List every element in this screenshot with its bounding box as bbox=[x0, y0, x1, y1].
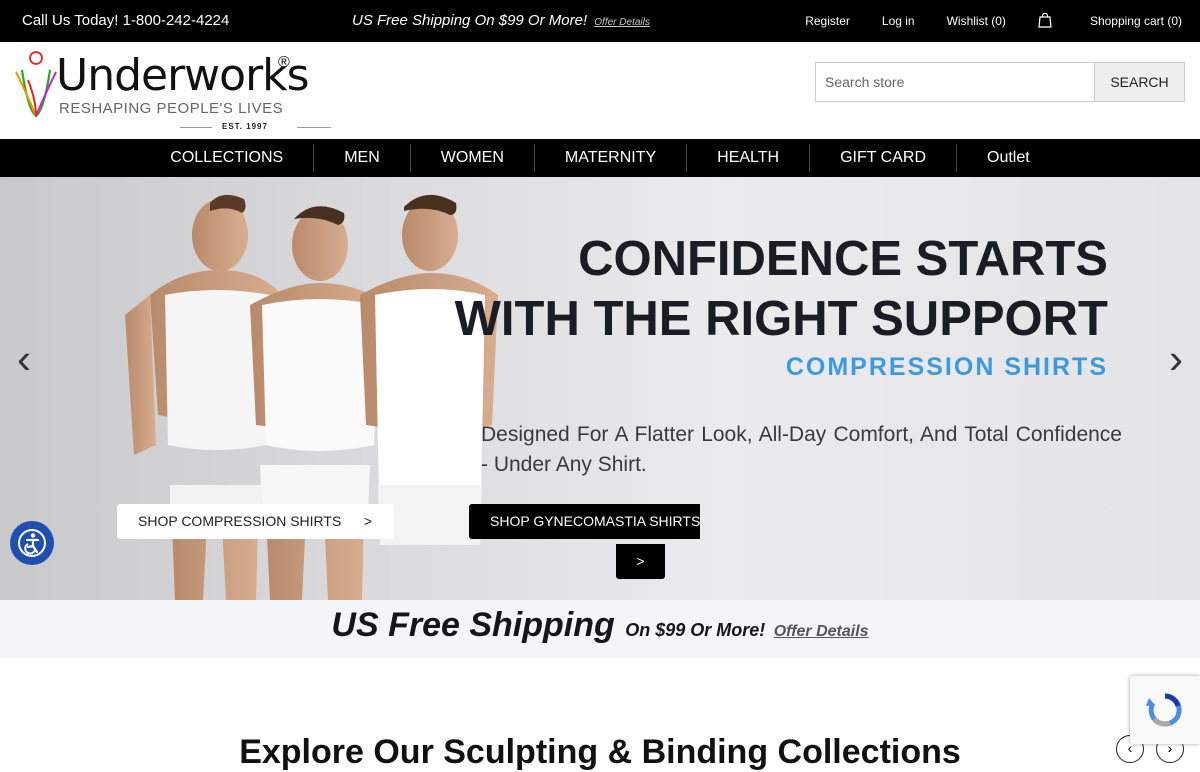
search-input[interactable] bbox=[815, 62, 1095, 102]
search-button[interactable]: SEARCH bbox=[1095, 62, 1185, 102]
section-title: Explore Our Sculpting & Binding Collecti… bbox=[239, 733, 961, 771]
hero-headline-line2: WITH THE RIGHT SUPPORT bbox=[454, 292, 1108, 346]
login-link[interactable]: Log in bbox=[882, 14, 915, 28]
accessibility-icon bbox=[18, 529, 46, 557]
search-form: SEARCH bbox=[815, 62, 1185, 102]
shop-compression-shirts-label: SHOP COMPRESSION SHIRTS bbox=[138, 513, 342, 529]
accessibility-button[interactable] bbox=[10, 521, 54, 565]
logo-wordmark: Underworks bbox=[56, 50, 310, 101]
divider bbox=[180, 127, 212, 128]
shipping-banner: US Free Shipping On $99 Or More! Offer D… bbox=[0, 600, 1200, 658]
logo-figure-icon bbox=[15, 51, 57, 118]
offer-details-link[interactable]: Offer Details bbox=[594, 17, 650, 28]
site-header: Underworks ® RESHAPING PEOPLE'S LIVES ES… bbox=[0, 42, 1200, 139]
shipping-offer-details-link[interactable]: Offer Details bbox=[774, 623, 869, 640]
register-link[interactable]: Register bbox=[805, 14, 850, 28]
nav-item-collections[interactable]: COLLECTIONS bbox=[140, 144, 315, 172]
recaptcha-badge[interactable] bbox=[1130, 676, 1200, 744]
shipping-promo-text: US Free Shipping On $99 Or More! bbox=[352, 12, 588, 29]
shop-gynecomastia-shirts-button[interactable]: SHOP GYNECOMASTIA SHIRTS bbox=[469, 504, 700, 539]
hero-headline-line1: CONFIDENCE STARTS bbox=[578, 232, 1108, 286]
slider-prev-arrow-icon[interactable]: ‹ bbox=[17, 335, 31, 383]
hero-description: Designed For A Flatter Look, All-Day Com… bbox=[481, 423, 1122, 476]
shipping-banner-content: US Free Shipping On $99 Or More! Offer D… bbox=[0, 606, 1200, 645]
top-bar: Call Us Today! 1-800-242-4224 US Free Sh… bbox=[0, 0, 1200, 42]
account-links: Register Log in Wishlist (0) Shopping ca… bbox=[773, 13, 1182, 28]
nav-item-outlet[interactable]: Outlet bbox=[957, 144, 1060, 172]
shipping-banner-title: US Free Shipping bbox=[331, 606, 615, 644]
phone-number[interactable]: Call Us Today! 1-800-242-4224 bbox=[22, 12, 229, 29]
shopping-cart-link[interactable]: Shopping cart (0) bbox=[1038, 13, 1182, 28]
nav-item-men[interactable]: MEN bbox=[314, 144, 411, 172]
shop-gynecomastia-arrow-button[interactable]: > bbox=[616, 544, 665, 579]
logo-tagline: RESHAPING PEOPLE'S LIVES bbox=[59, 100, 284, 117]
nav-item-women[interactable]: WOMEN bbox=[411, 144, 535, 172]
nav-item-maternity[interactable]: MATERNITY bbox=[535, 144, 688, 172]
nav-item-health[interactable]: HEALTH bbox=[687, 144, 811, 172]
divider bbox=[297, 127, 331, 128]
main-nav: COLLECTIONS MEN WOMEN MATERNITY HEALTH G… bbox=[0, 139, 1200, 177]
shop-compression-shirts-button[interactable]: SHOP COMPRESSION SHIRTS > bbox=[117, 504, 394, 539]
shipping-banner-subtitle: On $99 Or More! bbox=[625, 620, 766, 640]
shipping-promo: US Free Shipping On $99 Or More! Offer D… bbox=[352, 12, 650, 29]
hero-subheadline: COMPRESSION SHIRTS bbox=[785, 353, 1108, 381]
site-logo[interactable]: Underworks ® RESHAPING PEOPLE'S LIVES ES… bbox=[12, 50, 332, 135]
hero-slider: CONFIDENCE STARTS WITH THE RIGHT SUPPORT… bbox=[0, 177, 1200, 600]
wishlist-link[interactable]: Wishlist (0) bbox=[947, 14, 1006, 28]
nav-item-gift-card[interactable]: GIFT CARD bbox=[810, 144, 958, 172]
slider-next-arrow-icon[interactable]: › bbox=[1169, 335, 1183, 383]
collections-section: Explore Our Sculpting & Binding Collecti… bbox=[0, 658, 1200, 771]
logo-established: EST. 1997 bbox=[222, 122, 268, 131]
recaptcha-icon bbox=[1146, 693, 1182, 727]
registered-mark: ® bbox=[278, 54, 290, 71]
chevron-right-icon: > bbox=[363, 513, 372, 529]
shopping-bag-icon bbox=[1038, 13, 1052, 28]
shopping-cart-label: Shopping cart (0) bbox=[1089, 13, 1182, 28]
hero-headline: CONFIDENCE STARTS WITH THE RIGHT SUPPORT bbox=[455, 229, 1108, 349]
